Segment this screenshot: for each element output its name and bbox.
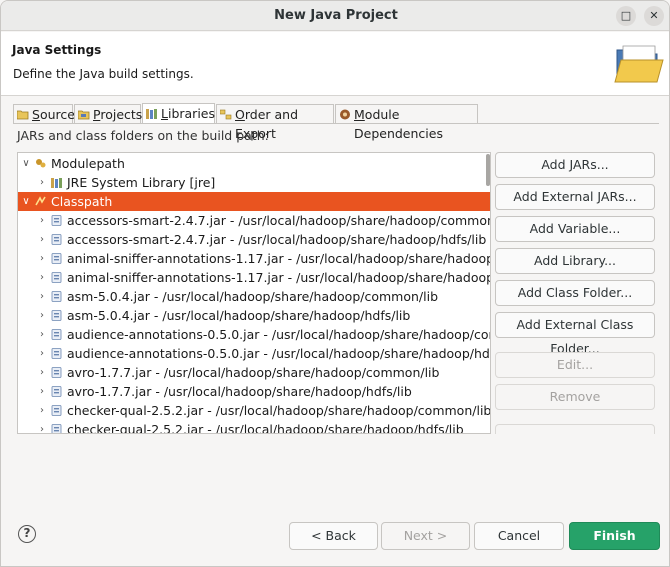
jar-label: checker-qual-2.5.2.jar - /usr/local/hado… bbox=[67, 403, 490, 418]
add-class-folder-button[interactable]: Add Class Folder... bbox=[495, 280, 655, 306]
more-button-partial[interactable] bbox=[495, 424, 655, 434]
next-button[interactable]: Next > bbox=[381, 522, 470, 550]
close-icon[interactable]: ✕ bbox=[644, 6, 664, 26]
page-title: Java Settings bbox=[12, 43, 102, 57]
projects-icon bbox=[78, 110, 90, 120]
chevron-right-icon[interactable]: › bbox=[37, 420, 47, 433]
chevron-right-icon[interactable]: › bbox=[37, 363, 47, 382]
jar-label: accessors-smart-2.4.7.jar - /usr/local/h… bbox=[67, 232, 487, 247]
jar-label: avro-1.7.7.jar - /usr/local/hadoop/share… bbox=[67, 365, 440, 380]
new-java-project-dialog: New Java Project □ ✕ Java Settings Defin… bbox=[0, 0, 670, 567]
open-folder-icon bbox=[614, 45, 664, 83]
jar-icon bbox=[51, 234, 62, 245]
build-path-tree[interactable]: ∨ Modulepath › JRE System Library [jre] … bbox=[17, 152, 491, 434]
libraries-icon bbox=[146, 109, 157, 119]
tree-row-modulepath[interactable]: ∨ Modulepath bbox=[18, 154, 490, 173]
tree-row-jar[interactable]: › checker-qual-2.5.2.jar - /usr/local/had… bbox=[18, 401, 490, 420]
modulepath-icon bbox=[36, 159, 46, 168]
chevron-right-icon[interactable]: › bbox=[37, 382, 47, 401]
chevron-right-icon[interactable]: › bbox=[37, 173, 47, 192]
tree-row-jar[interactable]: › asm-5.0.4.jar - /usr/local/hadoop/share… bbox=[18, 287, 490, 306]
tree-row-jar[interactable]: › avro-1.7.7.jar - /usr/local/hadoop/shar… bbox=[18, 363, 490, 382]
tree-row-jar[interactable]: › avro-1.7.7.jar - /usr/local/hadoop/shar… bbox=[18, 382, 490, 401]
jar-label: animal-sniffer-annotations-1.17.jar - /u… bbox=[67, 251, 490, 266]
jar-icon bbox=[51, 367, 62, 378]
add-external-jars-button[interactable]: Add External JARs... bbox=[495, 184, 655, 210]
add-jars-button[interactable]: Add JARs... bbox=[495, 152, 655, 178]
source-folder-icon bbox=[17, 110, 29, 120]
tree-row-jar[interactable]: › audience-annotations-0.5.0.jar - /usr/l… bbox=[18, 325, 490, 344]
tab-libraries[interactable]: Libraries bbox=[142, 103, 215, 124]
jar-icon bbox=[51, 424, 62, 433]
chevron-right-icon[interactable]: › bbox=[37, 401, 47, 420]
jar-label: asm-5.0.4.jar - /usr/local/hadoop/share/… bbox=[67, 308, 411, 323]
jar-icon bbox=[51, 253, 62, 264]
tree-row-jre[interactable]: › JRE System Library [jre] bbox=[18, 173, 490, 192]
tree-row-jar[interactable]: › accessors-smart-2.4.7.jar - /usr/local/… bbox=[18, 230, 490, 249]
tab-order-and-export[interactable]: Order and Export bbox=[216, 104, 334, 141]
order-export-icon bbox=[220, 109, 232, 120]
tree-row-classpath[interactable]: ∨ Classpath bbox=[18, 192, 490, 211]
tab-module-dependencies[interactable]: Module Dependencies bbox=[335, 104, 478, 141]
add-library-button[interactable]: Add Library... bbox=[495, 248, 655, 274]
jar-icon bbox=[51, 386, 62, 397]
back-button[interactable]: < Back bbox=[289, 522, 378, 550]
jar-label: asm-5.0.4.jar - /usr/local/hadoop/share/… bbox=[67, 289, 439, 304]
chevron-down-icon[interactable]: ∨ bbox=[21, 192, 31, 211]
chevron-right-icon[interactable]: › bbox=[37, 325, 47, 344]
help-icon[interactable]: ? bbox=[18, 525, 36, 543]
chevron-right-icon[interactable]: › bbox=[37, 268, 47, 287]
add-external-class-folder-button[interactable]: Add External Class Folder... bbox=[495, 312, 655, 356]
edit-button[interactable]: Edit... bbox=[495, 352, 655, 378]
cancel-button[interactable]: Cancel bbox=[474, 522, 564, 550]
page-description: Define the Java build settings. bbox=[13, 67, 194, 81]
jar-icon bbox=[51, 291, 62, 302]
wizard-header: Java Settings Define the Java build sett… bbox=[1, 32, 669, 96]
jar-label: audience-annotations-0.5.0.jar - /usr/lo… bbox=[67, 327, 490, 342]
finish-button[interactable]: Finish bbox=[569, 522, 660, 550]
classpath-icon bbox=[35, 196, 46, 206]
chevron-right-icon[interactable]: › bbox=[37, 211, 47, 230]
build-path-label: JARs and class folders on the build path… bbox=[17, 128, 269, 143]
jar-icon bbox=[51, 329, 62, 340]
library-icon bbox=[51, 178, 62, 188]
tree-row-jar[interactable]: › audience-annotations-0.5.0.jar - /usr/l… bbox=[18, 344, 490, 363]
tree-scrollbar[interactable] bbox=[486, 154, 490, 186]
window-title: New Java Project bbox=[274, 8, 398, 23]
jar-icon bbox=[51, 310, 62, 321]
chevron-right-icon[interactable]: › bbox=[37, 230, 47, 249]
chevron-down-icon[interactable]: ∨ bbox=[21, 154, 31, 173]
jar-icon bbox=[51, 405, 62, 416]
jar-label: animal-sniffer-annotations-1.17.jar - /u… bbox=[67, 270, 490, 285]
chevron-right-icon[interactable]: › bbox=[37, 344, 47, 363]
maximize-icon[interactable]: □ bbox=[616, 6, 636, 26]
tab-source[interactable]: Source bbox=[13, 104, 75, 124]
jar-label: avro-1.7.7.jar - /usr/local/hadoop/share… bbox=[67, 384, 412, 399]
jar-icon bbox=[51, 215, 62, 226]
jar-label: accessors-smart-2.4.7.jar - /usr/local/h… bbox=[67, 213, 490, 228]
chevron-right-icon[interactable]: › bbox=[37, 306, 47, 325]
remove-button[interactable]: Remove bbox=[495, 384, 655, 410]
jar-icon bbox=[51, 348, 62, 359]
add-variable-button[interactable]: Add Variable... bbox=[495, 216, 655, 242]
chevron-right-icon[interactable]: › bbox=[37, 249, 47, 268]
tree-row-jar[interactable]: › animal-sniffer-annotations-1.17.jar - /… bbox=[18, 249, 490, 268]
jar-label: audience-annotations-0.5.0.jar - /usr/lo… bbox=[67, 346, 490, 361]
title-bar: New Java Project □ ✕ bbox=[1, 1, 669, 31]
tree-row-jar[interactable]: › accessors-smart-2.4.7.jar - /usr/local/… bbox=[18, 211, 490, 230]
tree-row-jar[interactable]: › asm-5.0.4.jar - /usr/local/hadoop/share… bbox=[18, 306, 490, 325]
tab-divider bbox=[13, 123, 659, 124]
jar-icon bbox=[51, 272, 62, 283]
tree-row-jar[interactable]: › animal-sniffer-annotations-1.17.jar - /… bbox=[18, 268, 490, 287]
module-icon bbox=[340, 109, 350, 120]
tab-projects[interactable]: Projects bbox=[74, 104, 142, 124]
tree-row-jar[interactable]: › checker-qual-2.5.2.jar - /usr/local/had… bbox=[18, 420, 490, 434]
chevron-right-icon[interactable]: › bbox=[37, 287, 47, 306]
jar-label: checker-qual-2.5.2.jar - /usr/local/hado… bbox=[67, 422, 464, 434]
